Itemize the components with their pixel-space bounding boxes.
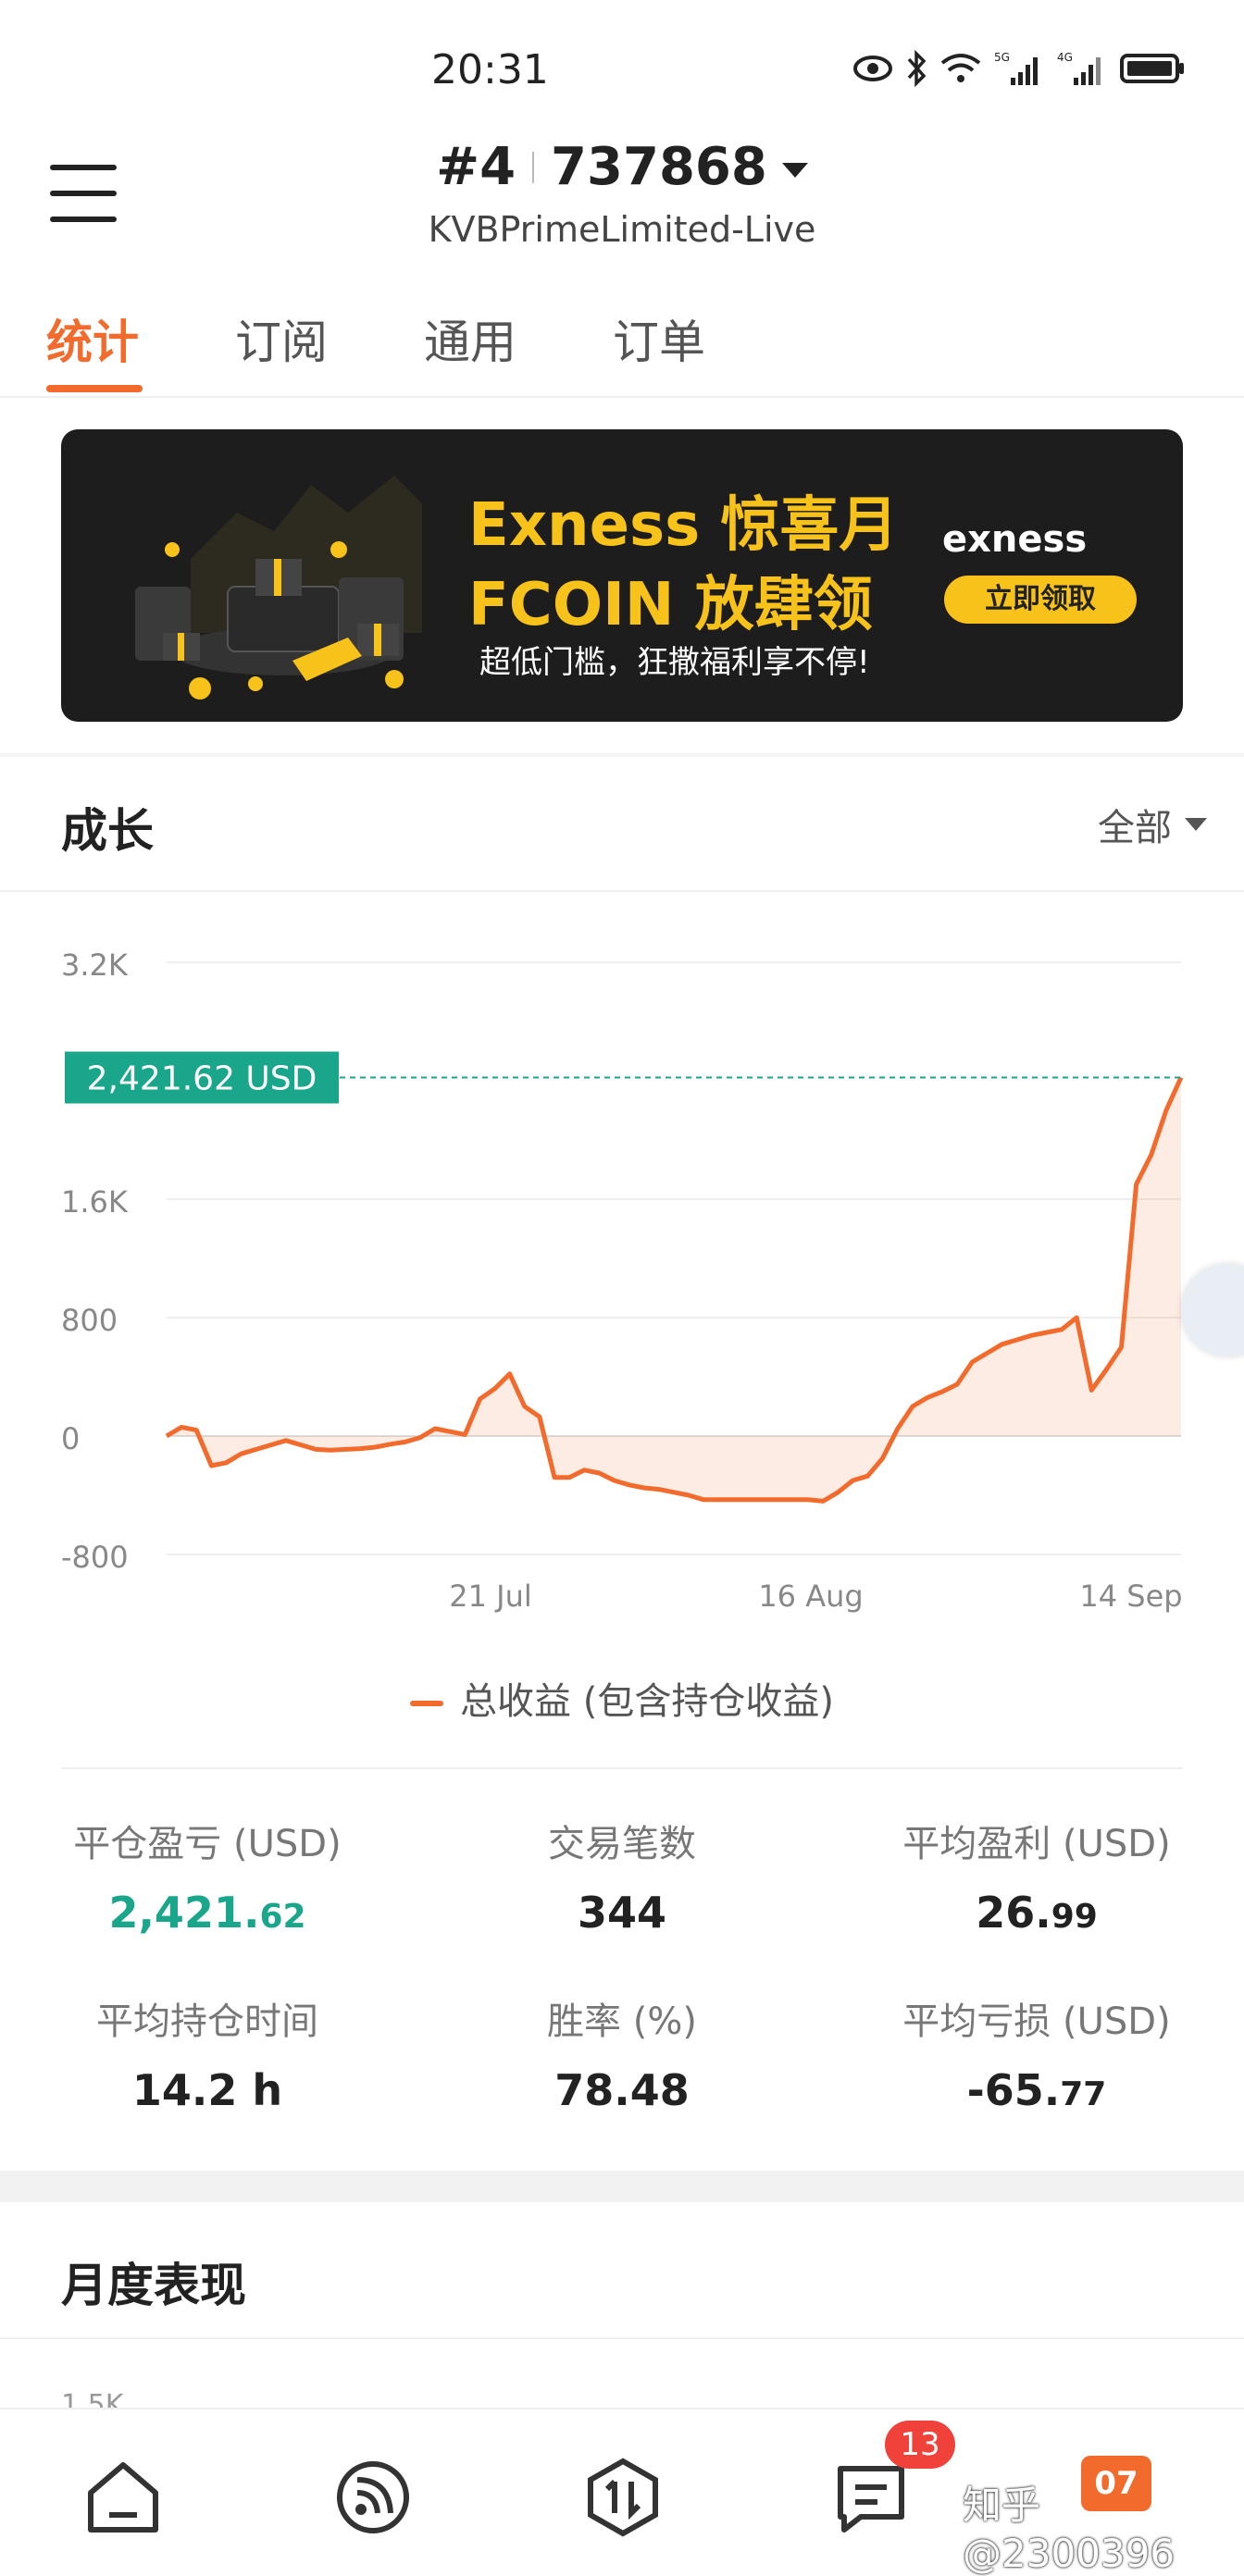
stat-label: 平均盈利 (USD): [902, 1823, 1171, 1865]
bluetooth-icon: [907, 50, 927, 87]
stat-value: 78.48: [415, 2065, 829, 2115]
signals-feed-icon[interactable]: [331, 2456, 415, 2539]
banner-subtitle: 超低门槛，狂撒福利享不停!: [479, 644, 870, 681]
signal-4g-icon: 4G: [1057, 51, 1101, 85]
stat-value: 14.2 h: [0, 2065, 415, 2115]
wifi-icon: [940, 54, 981, 82]
monthly-performance-title: 月度表现: [61, 2259, 246, 2312]
eye-icon: [853, 56, 892, 81]
stat-value-main: 78.48: [554, 2065, 690, 2115]
stat-item: 胜率 (%) 78.48: [415, 1991, 829, 2115]
section-separator: [0, 2171, 1244, 2202]
tab-active-indicator: [46, 385, 143, 392]
stat-value-main: 344: [577, 1888, 667, 1938]
legend-label: 总收益 (包含持仓收益): [460, 1680, 834, 1723]
signal-5g-icon: 5G: [994, 51, 1038, 85]
y-tick-label: 1.6K: [61, 1184, 129, 1220]
account-prefix: #4: [436, 137, 516, 197]
series-area: [167, 1077, 1181, 1502]
period-filter-label: 全部: [1098, 807, 1172, 849]
divider: [0, 396, 1244, 398]
stat-value-main: 26.: [976, 1888, 1051, 1938]
y-tick-label: 0: [61, 1421, 80, 1456]
battery-icon: [1120, 54, 1184, 83]
x-tick-label: 21 Jul: [449, 1579, 532, 1614]
x-tick-label: 16 Aug: [758, 1579, 863, 1614]
stat-value-decimal: 99: [1051, 1898, 1098, 1936]
stat-label: 胜率 (%): [547, 2000, 697, 2043]
account-number: 737868: [551, 137, 767, 197]
svg-text:5G: 5G: [994, 51, 1010, 64]
gift-bags-illustration: [135, 476, 422, 700]
tab-orders[interactable]: 订单: [613, 305, 705, 372]
stat-value: -65.77: [829, 2065, 1244, 2115]
stat-value: 344: [415, 1888, 829, 1938]
growth-title: 成长: [61, 804, 154, 858]
divider: [0, 753, 1244, 757]
banner-headline-1: Exness 惊喜月: [468, 491, 899, 560]
separator: [532, 151, 535, 183]
stat-value-decimal: 77: [1060, 2075, 1107, 2113]
messages-badge: 13: [885, 2421, 955, 2469]
status-time: 20:31: [431, 46, 549, 93]
tab-subscribe[interactable]: 订阅: [235, 305, 328, 372]
y-tick-label: -800: [61, 1540, 129, 1575]
stat-label: 平均亏损 (USD): [902, 2000, 1171, 2043]
divider: [0, 2337, 1244, 2339]
divider: [0, 890, 1244, 892]
stat-value-decimal: 62: [259, 1898, 306, 1936]
stat-label: 平仓盈亏 (USD): [73, 1823, 342, 1865]
home-icon[interactable]: [81, 2456, 165, 2539]
messages-icon[interactable]: [829, 2456, 913, 2539]
caret-down-icon: [1185, 818, 1207, 831]
y-tick-label: 3.2K: [61, 947, 129, 983]
stat-item: 交易笔数 344: [415, 1814, 829, 1938]
stat-item: 平均持仓时间 14.2 h: [0, 1991, 415, 2115]
stat-item: 平均亏损 (USD) -65.77: [829, 1991, 1244, 2115]
chart-legend[interactable]: 总收益 (包含持仓收益): [0, 1671, 1244, 1725]
growth-chart: 3.2K 1.6K 800 0 -800 21 Jul 16 Aug 14 Sep 2,421.…: [61, 947, 1184, 1614]
tab-bar: 统计 订阅 通用 订单: [0, 296, 1244, 398]
watermark: 知乎 @2300396: [963, 2483, 1176, 2576]
banner-headline-2: FCOIN 放肆领: [468, 571, 873, 639]
stat-item: 平均盈利 (USD) 26.99: [829, 1814, 1244, 1938]
period-filter-dropdown[interactable]: 全部: [1098, 798, 1207, 851]
stat-value: 2,421.62: [0, 1888, 415, 1938]
stat-value: 26.99: [829, 1888, 1244, 1938]
stat-label: 平均持仓时间: [96, 2000, 318, 2043]
current-value-label: 2,421.62 USD: [87, 1060, 317, 1098]
stat-item: 平仓盈亏 (USD) 2,421.62: [0, 1814, 415, 1938]
x-tick-label: 14 Sep: [1079, 1579, 1182, 1614]
claim-now-button[interactable]: 立即领取: [944, 576, 1137, 624]
caret-down-icon: [781, 162, 808, 178]
stat-value-main: 2,421.: [108, 1888, 260, 1938]
exness-logo: exness: [942, 518, 1088, 561]
stat-label: 交易笔数: [548, 1823, 696, 1865]
status-icons: 5G 4G: [853, 50, 1185, 87]
stat-value-main: 14.2 h: [131, 2065, 283, 2115]
legend-swatch: [410, 1701, 444, 1706]
y-tick-label: 800: [61, 1303, 118, 1338]
divider: [61, 1767, 1183, 1769]
tab-general[interactable]: 通用: [424, 305, 516, 372]
promo-banner[interactable]: Exness 惊喜月 FCOIN 放肆领 超低门槛，狂撒福利享不停! exnes…: [61, 429, 1183, 722]
account-selector[interactable]: #4 737868: [0, 137, 1244, 197]
server-name: KVBPrimeLimited-Live: [428, 209, 816, 250]
svg-text:4G: 4G: [1057, 51, 1073, 64]
trade-icon[interactable]: [581, 2456, 665, 2539]
tab-statistics[interactable]: 统计: [46, 305, 139, 372]
stat-value-main: -65.: [966, 2065, 1061, 2115]
